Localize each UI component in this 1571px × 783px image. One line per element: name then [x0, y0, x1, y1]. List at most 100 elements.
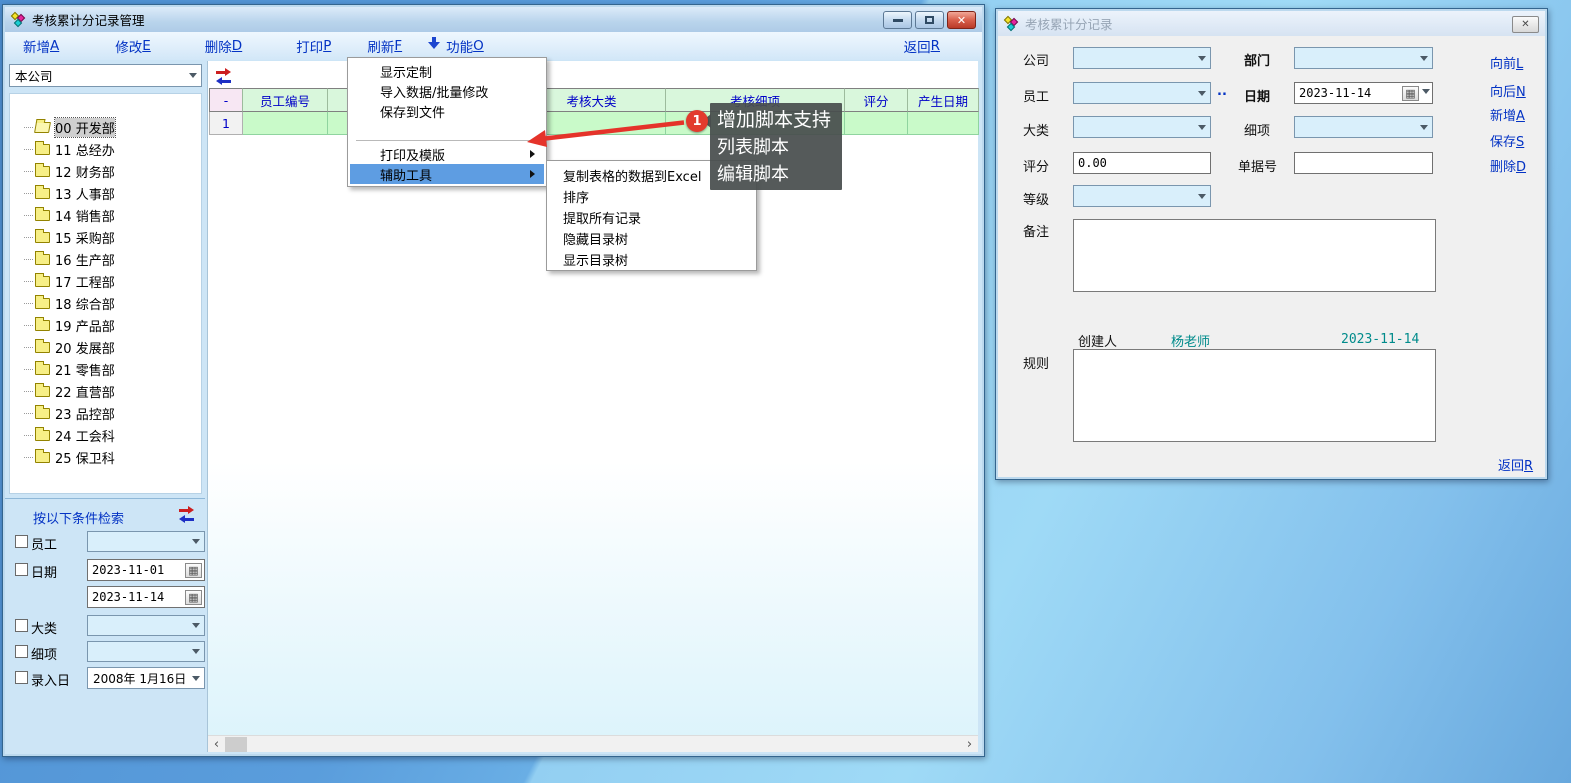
- doc-no-input[interactable]: [1294, 152, 1433, 174]
- tree-item-dept[interactable]: 11 总经办: [10, 138, 201, 160]
- grade-combo[interactable]: [1073, 185, 1211, 207]
- annotation-arrow: [520, 98, 720, 158]
- grid-header-date[interactable]: 产生日期: [908, 88, 979, 112]
- tree-item-dept[interactable]: 16 生产部: [10, 248, 201, 270]
- toolbar-add-button[interactable]: 新增A: [23, 36, 59, 56]
- subitem-filter-checkbox[interactable]: [15, 645, 28, 658]
- toolbar-edit-button[interactable]: 修改E: [115, 36, 151, 56]
- grid-cell[interactable]: [845, 112, 908, 135]
- entrydate-filter-checkbox[interactable]: [15, 671, 28, 684]
- detail-titlebar[interactable]: 考核累计分记录: [998, 11, 1545, 36]
- tree-item-dept[interactable]: 23 品控部: [10, 402, 201, 424]
- detail-close-button[interactable]: ✕: [1512, 16, 1539, 33]
- menu-item-aux-tools[interactable]: 辅助工具: [350, 164, 544, 184]
- scroll-left-arrow[interactable]: ‹: [208, 736, 225, 753]
- calendar-icon[interactable]: ▦: [185, 590, 202, 605]
- delete-record-link[interactable]: 删除D: [1490, 156, 1526, 175]
- calendar-icon[interactable]: ▦: [1402, 86, 1419, 101]
- toolbar-delete-button[interactable]: 删除D: [205, 36, 242, 56]
- tree-item-dept[interactable]: 18 综合部: [10, 292, 201, 314]
- grid-header-indicator[interactable]: -: [209, 88, 243, 112]
- tree-item-dept[interactable]: 25 保卫科: [10, 446, 201, 468]
- folder-icon: [35, 144, 50, 155]
- remark-label: 备注: [1023, 221, 1049, 240]
- submenu-item-fetch-all[interactable]: 提取所有记录: [549, 207, 754, 228]
- folder-icon: [35, 386, 50, 397]
- tree-item-dept[interactable]: 12 财务部: [10, 160, 201, 182]
- tree-item-dept[interactable]: 22 直营部: [10, 380, 201, 402]
- menu-item-display-custom[interactable]: 显示定制: [350, 61, 544, 81]
- chevron-down-icon: [189, 73, 197, 82]
- grid-header-employee-no[interactable]: 员工编号: [243, 88, 328, 112]
- date-from-input[interactable]: 2023-11-01 ▦: [87, 559, 205, 581]
- menu-item-save-to-file[interactable]: 保存到文件: [350, 101, 544, 121]
- menu-item-import-batch[interactable]: 导入数据/批量修改: [350, 81, 544, 101]
- date-input[interactable]: 2023-11-14 ▦: [1294, 82, 1433, 104]
- toolbar-return-button[interactable]: 返回R: [904, 36, 940, 56]
- minimize-button[interactable]: [883, 11, 912, 29]
- prev-record-link[interactable]: 向前L: [1490, 53, 1523, 72]
- folder-icon: [35, 232, 50, 243]
- tree-item-dept[interactable]: 14 销售部: [10, 204, 201, 226]
- chevron-down-icon: [192, 623, 200, 632]
- functions-menu: 显示定制 导入数据/批量修改 保存到文件 打印及模版 辅助工具: [347, 57, 547, 187]
- creator-date: 2023-11-14: [1341, 332, 1419, 347]
- chevron-down-icon: [1198, 194, 1206, 203]
- next-record-link[interactable]: 向后N: [1490, 81, 1526, 100]
- scrollbar-thumb[interactable]: [225, 737, 247, 752]
- toolbar-refresh-button[interactable]: 刷新F: [367, 36, 402, 56]
- entrydate-filter-dropdown[interactable]: 2008年 1月16日: [87, 667, 205, 689]
- score-input[interactable]: 0.00: [1073, 152, 1211, 174]
- tree-item-dept[interactable]: 00 开发部: [10, 116, 201, 138]
- employee-label: 员工: [1023, 86, 1049, 105]
- add-record-link[interactable]: 新增A: [1490, 105, 1525, 124]
- remark-textarea[interactable]: [1073, 219, 1436, 292]
- company-combo[interactable]: [1073, 47, 1211, 69]
- maximize-button[interactable]: [915, 11, 944, 29]
- tree-item-dept[interactable]: 13 人事部: [10, 182, 201, 204]
- toolbar-functions-button[interactable]: 功能O: [428, 36, 484, 56]
- employee-combo[interactable]: [1073, 82, 1211, 104]
- chevron-down-icon: [1198, 56, 1206, 65]
- horizontal-scrollbar[interactable]: ‹ ›: [208, 735, 978, 752]
- scroll-right-arrow[interactable]: ›: [961, 736, 978, 753]
- swap-columns-icon[interactable]: [216, 68, 231, 85]
- employee-filter-checkbox[interactable]: [15, 535, 28, 548]
- tree-item-dept[interactable]: 24 工会科: [10, 424, 201, 446]
- date-to-input[interactable]: 2023-11-14 ▦: [87, 586, 205, 608]
- category-filter-combo[interactable]: [87, 615, 205, 636]
- category-filter-checkbox[interactable]: [15, 619, 28, 632]
- menu-item-print-templates[interactable]: 打印及模版: [350, 144, 544, 164]
- subitem-filter-combo[interactable]: [87, 641, 205, 662]
- tree-item-dept[interactable]: 15 采购部: [10, 226, 201, 248]
- tree-item-dept[interactable]: 21 零售部: [10, 358, 201, 380]
- tree-item-dept[interactable]: 19 产品部: [10, 314, 201, 336]
- tree-item-dept[interactable]: 20 发展部: [10, 336, 201, 358]
- main-window-title: 考核累计分记录管理: [32, 10, 145, 29]
- main-titlebar[interactable]: 考核累计分记录管理 ✕: [5, 7, 982, 32]
- submenu-item-hide-tree[interactable]: 隐藏目录树: [549, 228, 754, 249]
- rule-textarea[interactable]: [1073, 349, 1436, 442]
- employee-filter-combo[interactable]: [87, 531, 205, 552]
- employee-filter-label: 员工: [31, 534, 57, 553]
- grid-cell[interactable]: [908, 112, 979, 135]
- submenu-item-show-tree[interactable]: 显示目录树: [549, 249, 754, 270]
- calendar-icon[interactable]: ▦: [185, 563, 202, 578]
- creator-name: 杨老师: [1171, 331, 1210, 350]
- score-label: 评分: [1023, 156, 1049, 175]
- grid-cell[interactable]: [243, 112, 328, 135]
- swap-columns-icon[interactable]: [179, 506, 194, 523]
- detail-return-link[interactable]: 返回R: [1498, 455, 1533, 474]
- close-button[interactable]: ✕: [947, 11, 976, 29]
- employee-lookup-dots[interactable]: ..: [1217, 84, 1227, 99]
- category-combo[interactable]: [1073, 116, 1211, 138]
- date-filter-checkbox[interactable]: [15, 563, 28, 576]
- row-number-cell: 1: [209, 112, 243, 135]
- toolbar-print-button[interactable]: 打印P: [296, 36, 331, 56]
- subitem-combo[interactable]: [1294, 116, 1433, 138]
- grid-header-score[interactable]: 评分: [845, 88, 908, 112]
- department-combo[interactable]: [1294, 47, 1433, 69]
- tree-item-dept[interactable]: 17 工程部: [10, 270, 201, 292]
- company-selector[interactable]: 本公司: [9, 64, 202, 87]
- save-record-link[interactable]: 保存S: [1490, 131, 1524, 150]
